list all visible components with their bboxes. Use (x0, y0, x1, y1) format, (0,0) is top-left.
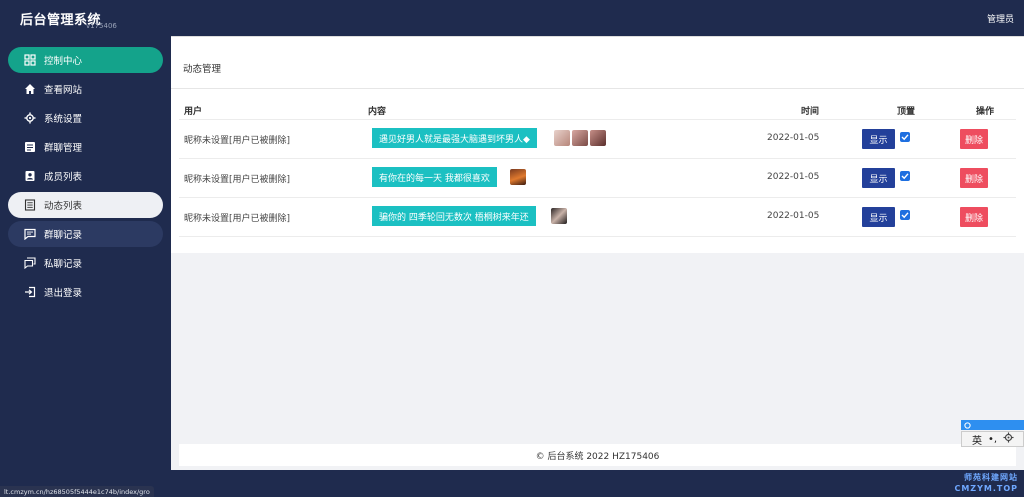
column-header-actions: 操作 (976, 107, 995, 117)
show-button[interactable]: 显示 (862, 129, 895, 149)
chat-icon (24, 228, 36, 240)
image-thumbnails (551, 208, 567, 224)
divider (171, 88, 1024, 89)
delete-button[interactable]: 删除 (960, 129, 988, 149)
thumbnail[interactable] (510, 169, 526, 185)
thumbnail[interactable] (572, 130, 588, 146)
delete-button[interactable]: 删除 (960, 207, 988, 227)
page-title: 动态管理 (183, 64, 222, 75)
sidebar-item-label: 控制中心 (44, 56, 83, 67)
row-time: 2022-01-05 (767, 172, 820, 182)
sidebar-item-group-chat-log[interactable]: 群聊记录 (8, 221, 163, 247)
watermark-line: 师苑科建网站 (964, 473, 1018, 482)
sidebar-item-label: 私聊记录 (44, 259, 83, 270)
sidebar-item-label: 成员列表 (44, 172, 83, 183)
divider (179, 119, 1016, 120)
image-thumbnails (554, 130, 606, 146)
pin-checkbox[interactable] (900, 210, 910, 220)
row-user: 昵称未设置[用户已被删除] (184, 214, 291, 224)
ime-logo-icon (964, 421, 971, 429)
column-header-content: 内容 (368, 107, 387, 117)
ime-header (961, 420, 1024, 430)
main-content: 动态管理 用户 内容 时间 顶置 操作 昵称未设置[用户已被删除] 遇见好男人就… (171, 36, 1024, 470)
show-button[interactable]: 显示 (862, 168, 895, 188)
home-icon (24, 83, 36, 95)
thumbnail[interactable] (590, 130, 606, 146)
gear-icon (24, 112, 36, 124)
delete-button[interactable]: 删除 (960, 168, 988, 188)
row-user: 昵称未设置[用户已被删除] (184, 136, 291, 146)
divider (179, 158, 1016, 159)
content-tag: 有你在的每一天 我都很喜欢 (372, 167, 497, 187)
row-time: 2022-01-05 (767, 133, 820, 143)
message-icon (24, 141, 36, 153)
pin-checkbox[interactable] (900, 132, 910, 142)
sidebar-item-view-site[interactable]: 查看网站 (8, 76, 163, 102)
sidebar-item-label: 群聊管理 (44, 143, 83, 154)
ime-punctuation-toggle[interactable]: •, (988, 434, 997, 445)
sidebar-item-members[interactable]: 成员列表 (8, 163, 163, 189)
sidebar: 控制中心 查看网站 系统设置 群聊管理 成员列表 动态列表 群聊记录 私聊记录 … (0, 36, 171, 497)
footer: © 后台系统 2022 HZ175406 (179, 444, 1016, 466)
column-header-user: 用户 (184, 107, 203, 117)
thumbnail[interactable] (551, 208, 567, 224)
divider (179, 236, 1016, 237)
chats-icon (24, 257, 36, 269)
sidebar-item-group-manage[interactable]: 群聊管理 (8, 134, 163, 160)
show-button[interactable]: 显示 (862, 207, 895, 227)
gear-icon[interactable] (1003, 432, 1014, 446)
row-user: 昵称未设置[用户已被删除] (184, 175, 291, 185)
sidebar-item-label: 群聊记录 (44, 230, 83, 241)
feed-panel: 动态管理 用户 内容 时间 顶置 操作 昵称未设置[用户已被删除] 遇见好男人就… (171, 36, 1024, 253)
watermark: 师苑科建网站 CMZYM.TOP (954, 472, 1018, 494)
sidebar-item-feeds[interactable]: 动态列表 (8, 192, 163, 218)
divider (179, 197, 1016, 198)
sidebar-item-label: 退出登录 (44, 288, 83, 299)
list-icon (24, 199, 36, 211)
check-icon (901, 134, 909, 141)
thumbnail[interactable] (554, 130, 570, 146)
logout-icon (24, 286, 36, 298)
sidebar-item-logout[interactable]: 退出登录 (8, 279, 163, 305)
sidebar-item-settings[interactable]: 系统设置 (8, 105, 163, 131)
column-header-pin: 顶置 (897, 107, 916, 117)
sidebar-item-label: 查看网站 (44, 85, 83, 96)
ime-toolbar[interactable]: 英 •, (961, 420, 1024, 447)
sidebar-item-label: 系统设置 (44, 114, 83, 125)
sidebar-item-label: 动态列表 (44, 201, 83, 212)
dashboard-icon (24, 54, 36, 66)
check-icon (901, 173, 909, 180)
row-time: 2022-01-05 (767, 211, 820, 221)
top-bar: 后台管理系统 v175406 管理员 (0, 0, 1024, 36)
ime-language-toggle[interactable]: 英 (972, 432, 982, 447)
ime-bar: 英 •, (961, 431, 1024, 447)
status-bar-url: lt.cmzym.cn/hz68505f5444e1c74b/index/gro (0, 486, 154, 497)
content-tag: 骗你的 四季轮回无数次 梧桐树来年还 (372, 206, 536, 226)
contacts-icon (24, 170, 36, 182)
app-version: v175406 (86, 22, 117, 30)
watermark-line: CMZYM.TOP (954, 484, 1018, 493)
column-header-time: 时间 (801, 107, 820, 117)
image-thumbnails (510, 169, 526, 185)
check-icon (901, 212, 909, 219)
content-tag: 遇见好男人就是最强大脑遇到坏男人◆ (372, 128, 537, 148)
pin-checkbox[interactable] (900, 171, 910, 181)
user-menu[interactable]: 管理员 (987, 12, 1014, 25)
sidebar-item-private-chat-log[interactable]: 私聊记录 (8, 250, 163, 276)
sidebar-item-dashboard[interactable]: 控制中心 (8, 47, 163, 73)
